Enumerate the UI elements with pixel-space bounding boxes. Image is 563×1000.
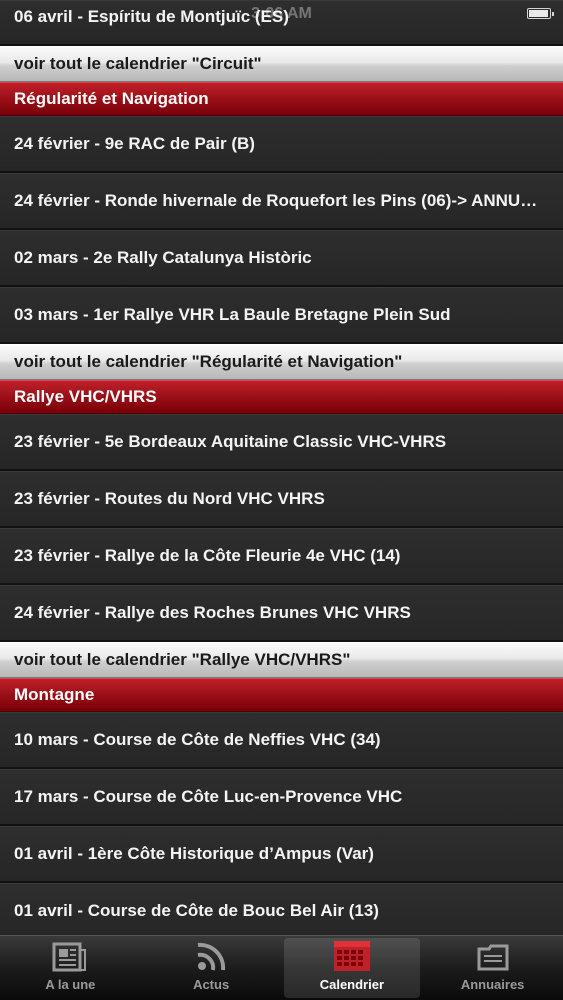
event-label: 17 mars - Course de Côte Luc-en-Provence… — [14, 787, 403, 806]
tab-actus[interactable]: Actus — [143, 938, 280, 998]
event-label: 02 mars - 2e Rally Catalunya Històric — [14, 248, 312, 267]
event-label: 24 février - 9e RAC de Pair (B) — [14, 134, 255, 153]
event-label: 10 mars - Course de Côte de Neffies VHC … — [14, 730, 381, 749]
list-item[interactable]: 24 février - Ronde hivernale de Roquefor… — [0, 173, 563, 230]
see-all-regularite-link[interactable]: voir tout le calendrier "Régularité et N… — [0, 344, 563, 380]
newspaper-icon — [52, 942, 87, 972]
event-label: 01 avril - 1ère Côte Historique d’Ampus … — [14, 844, 374, 863]
tab-calendrier[interactable]: Calendrier — [283, 938, 421, 998]
list-item[interactable]: 24 février - Rallye des Roches Brunes VH… — [0, 585, 563, 642]
calendar-icon — [333, 941, 370, 971]
tab-bar: A la une Actus Calendrier Annuaires — [0, 935, 563, 1000]
link-label: voir tout le calendrier "Circuit" — [14, 54, 262, 73]
list-item[interactable]: 24 février - 9e RAC de Pair (B) — [0, 116, 563, 173]
section-title: Régularité et Navigation — [14, 89, 209, 108]
section-title: Montagne — [14, 685, 95, 704]
event-label: 23 février - Routes du Nord VHC VHRS — [14, 489, 325, 508]
event-label: 23 février - 5e Bordeaux Aquitaine Class… — [14, 432, 447, 451]
event-label: 24 février - Ronde hivernale de Roquefor… — [14, 191, 543, 210]
see-all-circuit-link[interactable]: voir tout le calendrier "Circuit" — [0, 46, 563, 82]
event-label: 23 février - Rallye de la Côte Fleurie 4… — [14, 546, 401, 565]
directory-icon — [477, 944, 509, 971]
section-header-montagne: Montagne — [0, 678, 563, 712]
tab-annuaires[interactable]: Annuaires — [424, 938, 561, 998]
event-label: 24 février - Rallye des Roches Brunes VH… — [14, 603, 411, 622]
list-item[interactable]: 01 avril - 1ère Côte Historique d’Ampus … — [0, 826, 563, 883]
list-item[interactable]: 06 avril - Espíritu de Montjuïc (ES) — [0, 0, 563, 46]
tab-label: Annuaires — [460, 977, 525, 992]
section-header-rallye: Rallye VHC/VHRS — [0, 380, 563, 414]
section-title: Rallye VHC/VHRS — [14, 387, 157, 406]
list-item[interactable]: 23 février - 5e Bordeaux Aquitaine Class… — [0, 414, 563, 471]
tab-a-la-une[interactable]: A la une — [2, 938, 139, 998]
list-item[interactable]: 23 février - Routes du Nord VHC VHRS — [0, 471, 563, 528]
event-label: 03 mars - 1er Rallye VHR La Baule Bretag… — [14, 305, 451, 324]
see-all-rallye-link[interactable]: voir tout le calendrier "Rallye VHC/VHRS… — [0, 642, 563, 678]
list-item[interactable]: 23 février - Rallye de la Côte Fleurie 4… — [0, 528, 563, 585]
link-label: voir tout le calendrier "Régularité et N… — [14, 352, 403, 371]
list-item[interactable]: 10 mars - Course de Côte de Neffies VHC … — [0, 712, 563, 769]
section-header-regularite: Régularité et Navigation — [0, 82, 563, 116]
list-item[interactable]: 03 mars - 1er Rallye VHR La Baule Bretag… — [0, 287, 563, 344]
event-label: 06 avril - Espíritu de Montjuïc (ES) — [14, 7, 289, 26]
list-item[interactable]: 02 mars - 2e Rally Catalunya Històric — [0, 230, 563, 287]
tab-label: Calendrier — [319, 977, 385, 992]
list-item[interactable]: 01 avril - Course de Côte de Bouc Bel Ai… — [0, 883, 563, 935]
rss-icon — [197, 942, 226, 971]
event-label: 01 avril - Course de Côte de Bouc Bel Ai… — [14, 901, 379, 920]
link-label: voir tout le calendrier "Rallye VHC/VHRS… — [14, 650, 351, 669]
tab-label: Actus — [193, 977, 230, 992]
tab-label: A la une — [45, 977, 96, 992]
list-item[interactable]: 17 mars - Course de Côte Luc-en-Provence… — [0, 769, 563, 826]
calendar-list[interactable]: 06 avril - Espíritu de Montjuïc (ES) voi… — [0, 0, 563, 935]
